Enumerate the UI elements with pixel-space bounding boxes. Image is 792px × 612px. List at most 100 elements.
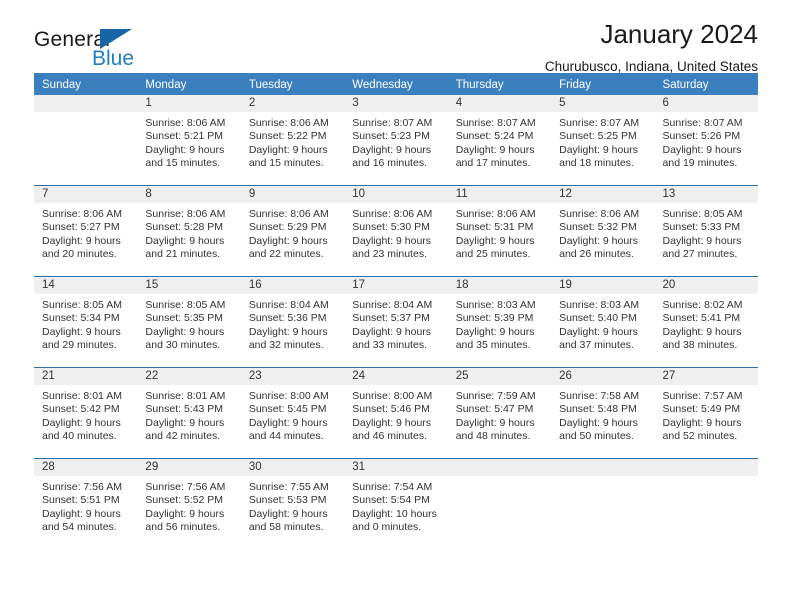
- day-cell[interactable]: 9 Sunrise: 8:06 AM Sunset: 5:29 PM Dayli…: [240, 186, 345, 276]
- sunset-text: Sunset: 5:39 PM: [455, 312, 534, 325]
- weekday-header-saturday: Saturday: [662, 79, 709, 91]
- day-details: Sunrise: 8:06 AM Sunset: 5:29 PM Dayligh…: [241, 203, 344, 276]
- brand-name-blue: Blue: [92, 47, 135, 70]
- day-number: 29: [137, 459, 241, 476]
- day-cell[interactable]: [34, 95, 138, 185]
- sunrise-text: Sunrise: 8:07 AM: [662, 117, 743, 129]
- sunrise-text: Sunrise: 8:01 AM: [145, 390, 226, 402]
- day-cell[interactable]: 26 Sunrise: 7:58 AM Sunset: 5:48 PM Dayl…: [551, 368, 655, 458]
- daylight-text-line2: and 0 minutes.: [352, 521, 422, 534]
- daylight-text-line1: Daylight: 9 hours: [455, 325, 535, 338]
- sunset-text: Sunset: 5:22 PM: [248, 130, 327, 143]
- daylight-text-line2: and 21 minutes.: [145, 248, 221, 261]
- day-cell[interactable]: [447, 459, 552, 549]
- sunset-text: Sunset: 5:24 PM: [455, 130, 534, 143]
- day-number: 8: [137, 186, 241, 203]
- day-cell[interactable]: 2 Sunrise: 8:06 AM Sunset: 5:22 PM Dayli…: [240, 95, 345, 185]
- weekday-header-wednesday: Wednesday: [352, 79, 413, 91]
- day-number: 26: [551, 368, 655, 385]
- day-cell[interactable]: 24 Sunrise: 8:00 AM Sunset: 5:46 PM Dayl…: [344, 368, 448, 458]
- day-cell[interactable]: 13 Sunrise: 8:05 AM Sunset: 5:33 PM Dayl…: [654, 186, 758, 276]
- day-details: Sunrise: 8:06 AM Sunset: 5:27 PM Dayligh…: [34, 203, 137, 276]
- daylight-text-line2: and 37 minutes.: [559, 339, 634, 352]
- sunset-text: Sunset: 5:41 PM: [662, 312, 741, 325]
- day-cell[interactable]: 29 Sunrise: 7:56 AM Sunset: 5:52 PM Dayl…: [137, 459, 241, 549]
- day-cell[interactable]: 15 Sunrise: 8:05 AM Sunset: 5:35 PM Dayl…: [137, 277, 241, 367]
- day-details: Sunrise: 8:03 AM Sunset: 5:39 PM Dayligh…: [448, 294, 551, 367]
- weekday-header-tuesday: Tuesday: [248, 79, 293, 91]
- daylight-text-line2: and 50 minutes.: [559, 430, 634, 443]
- day-cell[interactable]: 4 Sunrise: 8:07 AM Sunset: 5:24 PM Dayli…: [447, 95, 552, 185]
- day-details: Sunrise: 8:05 AM Sunset: 5:34 PM Dayligh…: [34, 294, 137, 367]
- day-cell[interactable]: 18 Sunrise: 8:03 AM Sunset: 5:39 PM Dayl…: [447, 277, 552, 367]
- daylight-text-line2: and 30 minutes.: [145, 339, 221, 352]
- day-details: Sunrise: 7:55 AM Sunset: 5:53 PM Dayligh…: [241, 476, 344, 549]
- day-details: Sunrise: 8:03 AM Sunset: 5:40 PM Dayligh…: [551, 294, 654, 367]
- daylight-text-line2: and 29 minutes.: [42, 339, 117, 352]
- day-number: 1: [137, 95, 241, 112]
- day-cell[interactable]: 7 Sunrise: 8:06 AM Sunset: 5:27 PM Dayli…: [34, 186, 138, 276]
- sunrise-text: Sunrise: 8:03 AM: [455, 299, 536, 311]
- sunrise-text: Sunrise: 8:06 AM: [352, 208, 433, 220]
- day-cell[interactable]: 30 Sunrise: 7:55 AM Sunset: 5:53 PM Dayl…: [240, 459, 345, 549]
- day-details: Sunrise: 7:56 AM Sunset: 5:51 PM Dayligh…: [34, 476, 137, 549]
- day-cell[interactable]: 5 Sunrise: 8:07 AM Sunset: 5:25 PM Dayli…: [551, 95, 655, 185]
- week-row: 28 Sunrise: 7:56 AM Sunset: 5:51 PM Dayl…: [34, 458, 758, 549]
- day-details: Sunrise: 8:02 AM Sunset: 5:41 PM Dayligh…: [655, 294, 758, 367]
- sunrise-text: Sunrise: 8:00 AM: [352, 390, 433, 402]
- day-details: Sunrise: 7:54 AM Sunset: 5:54 PM Dayligh…: [344, 476, 447, 549]
- sunset-text: Sunset: 5:32 PM: [559, 221, 637, 234]
- day-details: Sunrise: 7:56 AM Sunset: 5:52 PM Dayligh…: [137, 476, 240, 549]
- day-number: 25: [447, 368, 552, 385]
- day-details: Sunrise: 8:01 AM Sunset: 5:42 PM Dayligh…: [34, 385, 137, 458]
- day-cell[interactable]: 25 Sunrise: 7:59 AM Sunset: 5:47 PM Dayl…: [447, 368, 552, 458]
- daylight-text-line2: and 33 minutes.: [352, 339, 427, 352]
- day-cell[interactable]: 17 Sunrise: 8:04 AM Sunset: 5:37 PM Dayl…: [344, 277, 448, 367]
- day-details: Sunrise: 8:00 AM Sunset: 5:45 PM Dayligh…: [241, 385, 344, 458]
- daylight-text-line1: Daylight: 9 hours: [145, 507, 225, 520]
- day-number: 21: [34, 368, 138, 385]
- brand-logo[interactable]: General Blue: [34, 28, 214, 76]
- day-cell[interactable]: 11 Sunrise: 8:06 AM Sunset: 5:31 PM Dayl…: [447, 186, 552, 276]
- sunrise-text: Sunrise: 8:03 AM: [559, 299, 640, 311]
- day-cell[interactable]: 1 Sunrise: 8:06 AM Sunset: 5:21 PM Dayli…: [137, 95, 241, 185]
- day-cell[interactable]: 22 Sunrise: 8:01 AM Sunset: 5:43 PM Dayl…: [137, 368, 241, 458]
- day-cell[interactable]: 3 Sunrise: 8:07 AM Sunset: 5:23 PM Dayli…: [344, 95, 448, 185]
- day-cell[interactable]: 28 Sunrise: 7:56 AM Sunset: 5:51 PM Dayl…: [34, 459, 138, 549]
- day-cell[interactable]: 8 Sunrise: 8:06 AM Sunset: 5:28 PM Dayli…: [137, 186, 241, 276]
- day-number: 19: [551, 277, 655, 294]
- day-number: 16: [240, 277, 345, 294]
- daylight-text-line2: and 26 minutes.: [559, 248, 634, 261]
- day-cell[interactable]: 6 Sunrise: 8:07 AM Sunset: 5:26 PM Dayli…: [654, 95, 758, 185]
- week-row: 21 Sunrise: 8:01 AM Sunset: 5:42 PM Dayl…: [34, 367, 758, 458]
- day-cell[interactable]: 31 Sunrise: 7:54 AM Sunset: 5:54 PM Dayl…: [344, 459, 448, 549]
- day-cell[interactable]: [654, 459, 758, 549]
- day-number: 5: [551, 95, 655, 112]
- day-cell[interactable]: 16 Sunrise: 8:04 AM Sunset: 5:36 PM Dayl…: [240, 277, 345, 367]
- week-row: 7 Sunrise: 8:06 AM Sunset: 5:27 PM Dayli…: [34, 185, 758, 276]
- day-details: Sunrise: 8:05 AM Sunset: 5:33 PM Dayligh…: [655, 203, 758, 276]
- daylight-text-line1: Daylight: 9 hours: [352, 143, 432, 156]
- day-cell[interactable]: 10 Sunrise: 8:06 AM Sunset: 5:30 PM Dayl…: [344, 186, 448, 276]
- day-cell[interactable]: 21 Sunrise: 8:01 AM Sunset: 5:42 PM Dayl…: [34, 368, 138, 458]
- daylight-text-line1: Daylight: 9 hours: [662, 234, 742, 247]
- sunset-text: Sunset: 5:47 PM: [455, 403, 534, 416]
- day-cell[interactable]: 23 Sunrise: 8:00 AM Sunset: 5:45 PM Dayl…: [240, 368, 345, 458]
- day-number: 15: [137, 277, 241, 294]
- sunset-text: Sunset: 5:53 PM: [248, 494, 327, 507]
- sunset-text: Sunset: 5:51 PM: [42, 494, 120, 507]
- day-cell[interactable]: 20 Sunrise: 8:02 AM Sunset: 5:41 PM Dayl…: [654, 277, 758, 367]
- day-details: [655, 476, 758, 549]
- day-number: 10: [344, 186, 448, 203]
- daylight-text-line1: Daylight: 9 hours: [248, 143, 328, 156]
- day-details: Sunrise: 8:06 AM Sunset: 5:32 PM Dayligh…: [551, 203, 654, 276]
- sunrise-text: Sunrise: 7:57 AM: [662, 390, 743, 402]
- day-cell[interactable]: 14 Sunrise: 8:05 AM Sunset: 5:34 PM Dayl…: [34, 277, 138, 367]
- day-cell[interactable]: 12 Sunrise: 8:06 AM Sunset: 5:32 PM Dayl…: [551, 186, 655, 276]
- day-cell[interactable]: 27 Sunrise: 7:57 AM Sunset: 5:49 PM Dayl…: [654, 368, 758, 458]
- daylight-text-line2: and 27 minutes.: [662, 248, 738, 261]
- daylight-text-line2: and 54 minutes.: [42, 521, 117, 534]
- daylight-text-line1: Daylight: 9 hours: [662, 325, 742, 338]
- day-cell[interactable]: 19 Sunrise: 8:03 AM Sunset: 5:40 PM Dayl…: [551, 277, 655, 367]
- day-cell[interactable]: [551, 459, 655, 549]
